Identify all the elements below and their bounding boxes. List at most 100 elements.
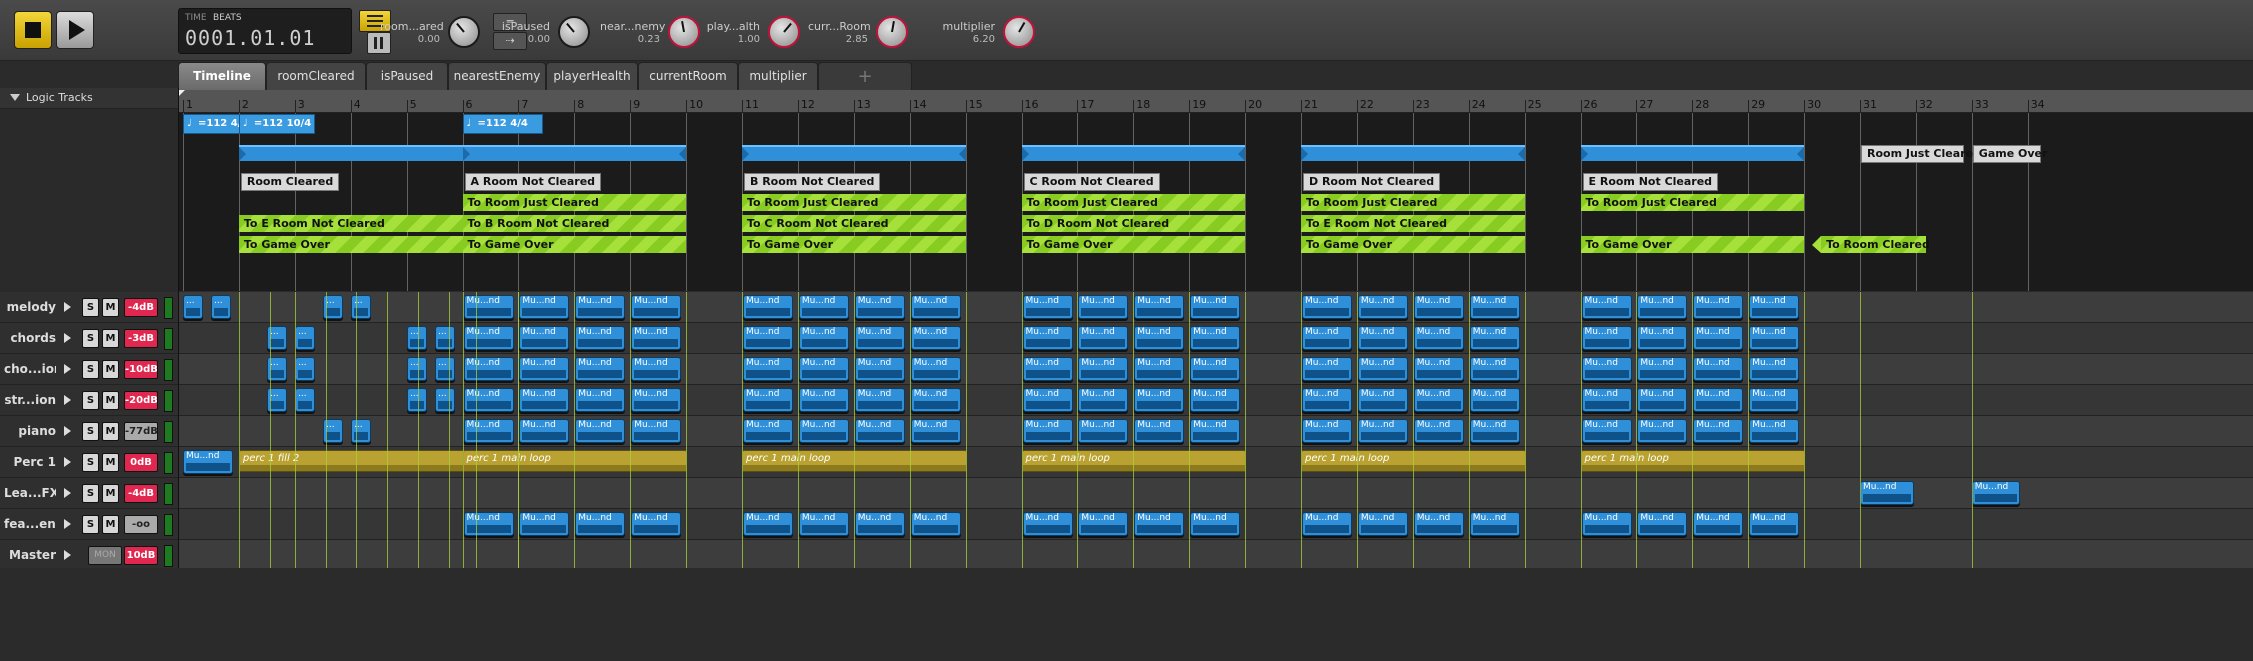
music-clip[interactable]: Mu...nd (1749, 419, 1800, 443)
timeline-ruler[interactable]: 1 2 3 4 5 6 7 8 9 10 11 12 13 14 15 16 17 18 19 20 21 22 23 24 2… (179, 90, 2253, 113)
playhead-marker-icon[interactable] (179, 90, 185, 96)
volume-field[interactable]: -77dB (124, 422, 158, 441)
music-clip[interactable]: Mu...nd (1134, 326, 1185, 350)
track-expand-icon[interactable] (64, 519, 71, 529)
param-1[interactable]: isPaused 0.00 (490, 10, 610, 52)
music-clip[interactable]: Mu...nd (1078, 388, 1129, 412)
section-region[interactable] (1021, 145, 1246, 161)
music-clip[interactable]: ... (267, 357, 287, 381)
music-clip[interactable]: Mu...nd (743, 388, 793, 412)
music-clip[interactable]: Mu...nd (575, 512, 626, 536)
music-clip[interactable]: ... (211, 295, 231, 319)
music-clip[interactable]: Mu...nd (1022, 295, 1073, 319)
music-clip[interactable]: Mu...nd (1302, 326, 1352, 350)
position-display[interactable]: TIME BEATS 0001.01.01 ═ ⇢ (178, 8, 527, 54)
param-4[interactable]: curr...Room 2.85 (808, 10, 928, 52)
section-region[interactable] (742, 145, 966, 161)
music-clip[interactable]: Mu...nd (1469, 295, 1520, 319)
music-clip[interactable]: ... (295, 357, 315, 381)
section-region[interactable] (1580, 145, 1805, 161)
track-expand-icon[interactable] (64, 457, 71, 467)
music-clip[interactable]: Mu...nd (1022, 326, 1073, 350)
perc-clip[interactable]: perc 1 main loop (742, 450, 967, 472)
music-clip[interactable]: Mu...nd (910, 419, 961, 443)
section-region[interactable] (462, 145, 687, 161)
music-clip[interactable]: Mu...nd (798, 326, 849, 350)
section-region[interactable] (1301, 145, 1525, 161)
music-clip[interactable]: Mu...nd (1134, 357, 1185, 381)
music-clip[interactable]: Mu...nd (910, 512, 961, 536)
music-clip[interactable]: Mu...nd (910, 357, 961, 381)
solo-button[interactable]: S (82, 329, 99, 348)
music-clip[interactable]: Mu...nd (743, 295, 793, 319)
music-clip[interactable]: Mu...nd (1022, 388, 1073, 412)
music-clip[interactable]: Mu...nd (631, 295, 682, 319)
music-clip[interactable]: Mu...nd (854, 295, 905, 319)
mute-button[interactable]: M (102, 298, 119, 317)
music-clip[interactable]: Mu...nd (1022, 357, 1073, 381)
tab-currentRoom[interactable]: currentRoom (638, 62, 738, 90)
param-knob[interactable] (668, 16, 700, 48)
music-clip[interactable]: Mu...nd (1302, 295, 1352, 319)
track-expand-icon[interactable] (64, 302, 71, 312)
music-clip[interactable]: Mu...nd (1413, 357, 1464, 381)
mute-button[interactable]: M (102, 391, 119, 410)
destination-label[interactable]: C Room Not Cleared (1023, 173, 1160, 191)
track-expand-icon[interactable] (64, 550, 71, 560)
param-knob[interactable] (876, 16, 908, 48)
music-clip[interactable]: Mu...nd (631, 357, 682, 381)
music-clip[interactable]: Mu...nd (575, 419, 626, 443)
music-clip[interactable]: Mu...nd (1078, 326, 1129, 350)
solo-button[interactable]: S (82, 453, 99, 472)
music-clip[interactable]: Mu...nd (1134, 419, 1185, 443)
logic-tracks-header[interactable]: Logic Tracks (0, 88, 178, 109)
music-clip[interactable]: Mu...nd (1971, 481, 2020, 505)
music-clip[interactable]: Mu...nd (1190, 419, 1241, 443)
music-clip[interactable]: Mu...nd (1134, 512, 1185, 536)
music-clip[interactable]: Mu...nd (1022, 419, 1073, 443)
solo-button[interactable]: S (82, 422, 99, 441)
music-clip[interactable]: ... (435, 326, 455, 350)
music-clip[interactable]: Mu...nd (854, 357, 905, 381)
volume-field[interactable]: -oo dB (124, 515, 158, 534)
track-expand-icon[interactable] (64, 426, 71, 436)
mute-button[interactable]: M (102, 515, 119, 534)
music-clip[interactable]: Mu...nd (1693, 388, 1744, 412)
mute-button[interactable]: M (102, 360, 119, 379)
mute-button[interactable]: M (102, 453, 119, 472)
music-clip[interactable]: Mu...nd (854, 419, 905, 443)
mute-button[interactable]: M (102, 329, 119, 348)
music-clip[interactable]: Mu...nd (1413, 295, 1464, 319)
music-clip[interactable]: Mu...nd (575, 388, 626, 412)
volume-field[interactable]: -10dB (124, 360, 158, 379)
music-clip[interactable]: Mu...nd (631, 388, 682, 412)
music-clip[interactable]: Mu...nd (1693, 512, 1744, 536)
music-clip[interactable]: Mu...nd (1190, 295, 1241, 319)
transition-marker[interactable]: To Room Cleared (1821, 236, 1930, 253)
music-clip[interactable]: Mu...nd (1190, 357, 1241, 381)
music-clip[interactable]: Mu...nd (631, 419, 682, 443)
music-clip[interactable]: Mu...nd (1637, 326, 1688, 350)
music-clip[interactable]: Mu...nd (183, 450, 233, 474)
param-knob[interactable] (558, 16, 590, 48)
music-clip[interactable]: Mu...nd (519, 512, 570, 536)
music-clip[interactable]: Mu...nd (631, 512, 682, 536)
music-clip[interactable]: Mu...nd (1134, 295, 1185, 319)
music-clip[interactable]: Mu...nd (1749, 357, 1800, 381)
mute-button[interactable]: M (102, 484, 119, 503)
music-clip[interactable]: ... (435, 388, 455, 412)
music-clip[interactable]: Mu...nd (1078, 512, 1129, 536)
volume-field[interactable]: 0dB (124, 453, 158, 472)
music-clip[interactable]: Mu...nd (1637, 419, 1688, 443)
music-clip[interactable]: Mu...nd (1357, 512, 1408, 536)
music-clip[interactable]: Mu...nd (1302, 388, 1352, 412)
music-clip[interactable]: Mu...nd (1693, 419, 1744, 443)
tab-isPaused[interactable]: isPaused (366, 62, 448, 90)
param-3[interactable]: play...alth 1.00 (700, 10, 820, 52)
music-clip[interactable]: Mu...nd (519, 388, 570, 412)
destination-label[interactable]: D Room Not Cleared (1303, 173, 1441, 191)
music-clip[interactable]: Mu...nd (1022, 512, 1073, 536)
music-clip[interactable]: ... (267, 388, 287, 412)
music-clip[interactable]: Mu...nd (798, 512, 849, 536)
music-clip[interactable]: Mu...nd (1413, 388, 1464, 412)
